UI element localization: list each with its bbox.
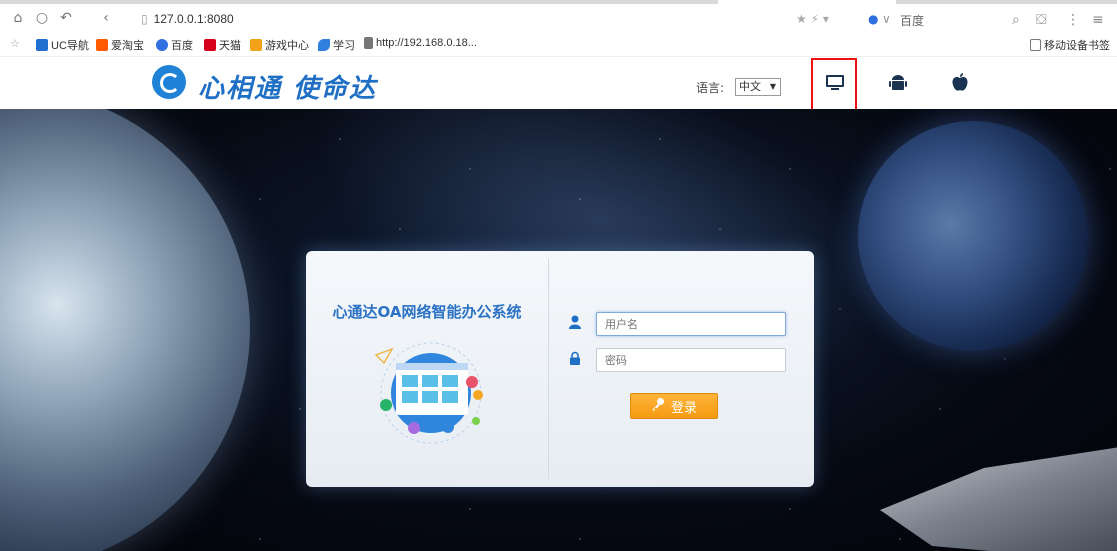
baidu-icon (156, 39, 168, 51)
bookmark-label: 游戏中心 (265, 40, 309, 52)
more-icon[interactable]: ⋮ (1066, 12, 1080, 28)
bookmark-label: 爱淘宝 (111, 40, 144, 52)
office-illustration (366, 335, 496, 445)
home-icon[interactable]: ⌂ (10, 10, 26, 26)
cart-icon[interactable]: ⛋ (1036, 12, 1047, 28)
logo-icon (152, 65, 186, 99)
undo-icon[interactable]: ↶ (58, 10, 74, 26)
bookmark-uc[interactable]: UC导航 (36, 37, 89, 53)
system-title: 心通达OA网络智能办公系统 (332, 303, 522, 321)
address-bar[interactable]: ▯ 127.0.0.1:8080 (141, 12, 234, 26)
bookmark-label: 学习 (333, 40, 355, 52)
page-icon: ▯ (141, 12, 148, 26)
bookmark-tmall[interactable]: 天猫 (204, 37, 241, 53)
bookmark-label: 百度 (171, 40, 193, 52)
url-text: 127.0.0.1:8080 (153, 12, 234, 26)
taobao-icon (96, 39, 108, 51)
language-value: 中文 (739, 80, 761, 93)
page-icon (364, 37, 373, 49)
bookmark-taobao[interactable]: 爱淘宝 (96, 37, 144, 53)
search-icon[interactable]: ⌕ (1012, 12, 1020, 28)
lock-icon (568, 351, 582, 369)
username-input[interactable] (596, 312, 786, 336)
bookmark-label: UC导航 (51, 40, 89, 52)
search-engine-icon[interactable]: ● (868, 12, 878, 26)
rocket-icon (318, 39, 330, 51)
bookmark-ip[interactable]: http://192.168.0.18... (364, 37, 477, 49)
language-select[interactable]: 中文 ▼ (735, 78, 781, 96)
language-label: 语言: (696, 81, 725, 95)
key-icon (651, 397, 665, 415)
login-card: 心通达OA网络智能办公系统 用户名 登录 (306, 251, 814, 487)
card-divider (548, 259, 549, 479)
apple-icon[interactable] (945, 67, 975, 97)
bookmark-label: 天猫 (219, 40, 241, 52)
login-button[interactable]: 登录 (630, 393, 718, 419)
search-engine-label: 百度 (900, 14, 925, 28)
planet-right-image (858, 121, 1088, 351)
desktop-icon[interactable] (820, 67, 850, 97)
bookmark-study[interactable]: 学习 (318, 37, 355, 53)
back-icon[interactable]: ‹ (98, 10, 114, 26)
bookmarks-bar: ☆ UC导航 爱淘宝 百度 天猫 游戏中心 学习 http://192.168.… (0, 32, 1117, 56)
bookmark-label: http://192.168.0.18... (376, 37, 477, 49)
bookmark-games[interactable]: 游戏中心 (250, 37, 309, 53)
menu-icon[interactable]: ≡ (1092, 12, 1104, 28)
mobile-bookmarks-label: 移动设备书签 (1044, 40, 1110, 52)
games-icon (250, 39, 262, 51)
bookmark-baidu[interactable]: 百度 (156, 37, 193, 53)
phone-icon (1030, 39, 1041, 51)
logo-text: 心相通 使命达 (198, 74, 378, 104)
uc-icon (36, 39, 48, 51)
chevron-down-icon[interactable]: ∨ (882, 12, 891, 26)
login-button-label: 登录 (670, 400, 697, 416)
mobile-bookmarks[interactable]: 移动设备书签 (1030, 37, 1110, 53)
browser-navbar: ⌂ ○ ↶ ‹ ▯ 127.0.0.1:8080 ★ ⚡ ▾ ● ∨ 百度 ⌕ ⛋… (0, 4, 1117, 32)
user-icon (568, 315, 582, 333)
password-input[interactable] (596, 348, 786, 372)
site-header: 心相通 使命达 语言: 中文 ▼ (0, 56, 1117, 112)
refresh-icon[interactable]: ○ (34, 10, 50, 26)
star-icon[interactable]: ★ ⚡ ▾ (796, 12, 829, 26)
android-icon[interactable] (883, 67, 913, 97)
chevron-down-icon: ▼ (769, 82, 776, 91)
tmall-icon (204, 39, 216, 51)
bookmark-star-icon[interactable]: ☆ (10, 37, 20, 50)
